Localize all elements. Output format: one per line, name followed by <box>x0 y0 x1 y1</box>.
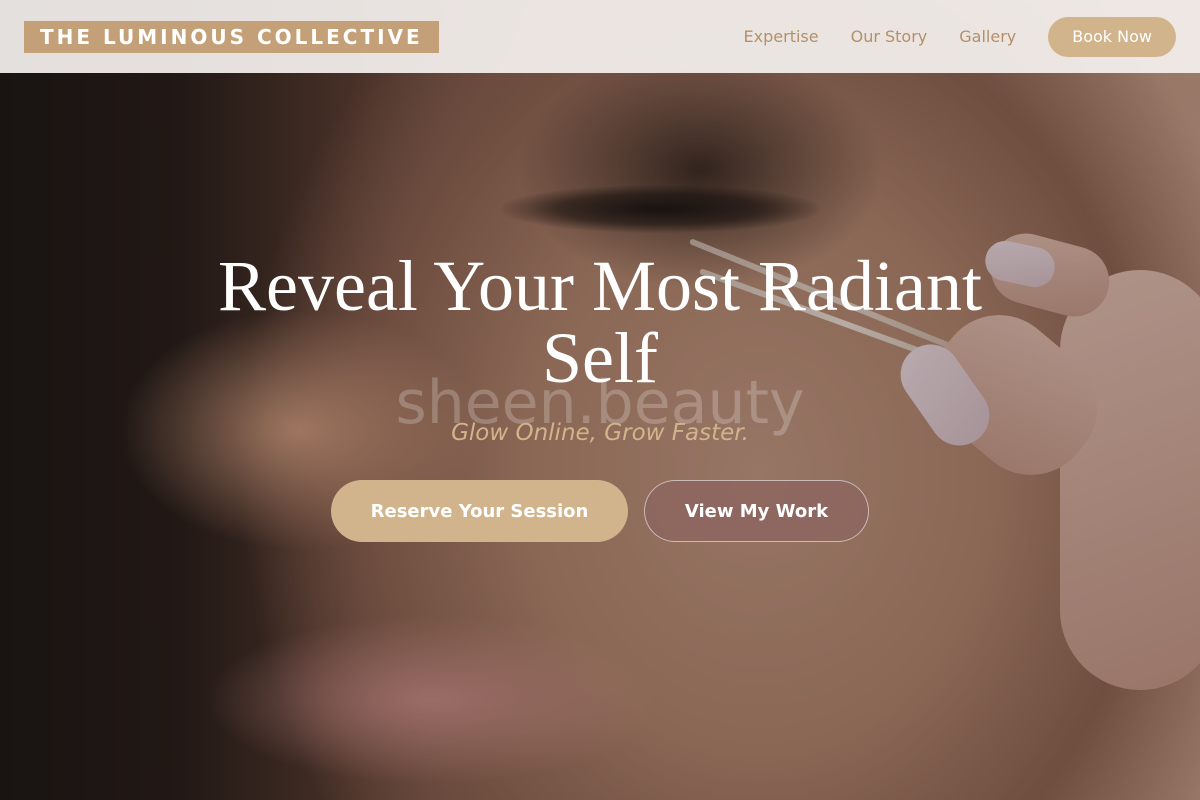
hero-section: Reveal Your Most Radiant Self sheen.beau… <box>0 250 1200 542</box>
main-nav: Expertise Our Story Gallery Book Now <box>744 16 1176 57</box>
reserve-session-button[interactable]: Reserve Your Session <box>331 480 628 542</box>
book-now-button[interactable]: Book Now <box>1048 16 1176 57</box>
hero-title: Reveal Your Most Radiant Self <box>218 246 982 398</box>
nav-link-expertise[interactable]: Expertise <box>744 27 819 46</box>
site-logo[interactable]: THE LUMINOUS COLLECTIVE <box>24 20 439 53</box>
view-work-button[interactable]: View My Work <box>644 480 869 542</box>
site-header: THE LUMINOUS COLLECTIVE Expertise Our St… <box>0 0 1200 73</box>
cta-row: Reserve Your Session View My Work <box>0 480 1200 542</box>
nav-link-gallery[interactable]: Gallery <box>959 27 1016 46</box>
nav-link-our-story[interactable]: Our Story <box>851 27 928 46</box>
hero-tagline: Glow Online, Grow Faster. <box>451 420 749 446</box>
